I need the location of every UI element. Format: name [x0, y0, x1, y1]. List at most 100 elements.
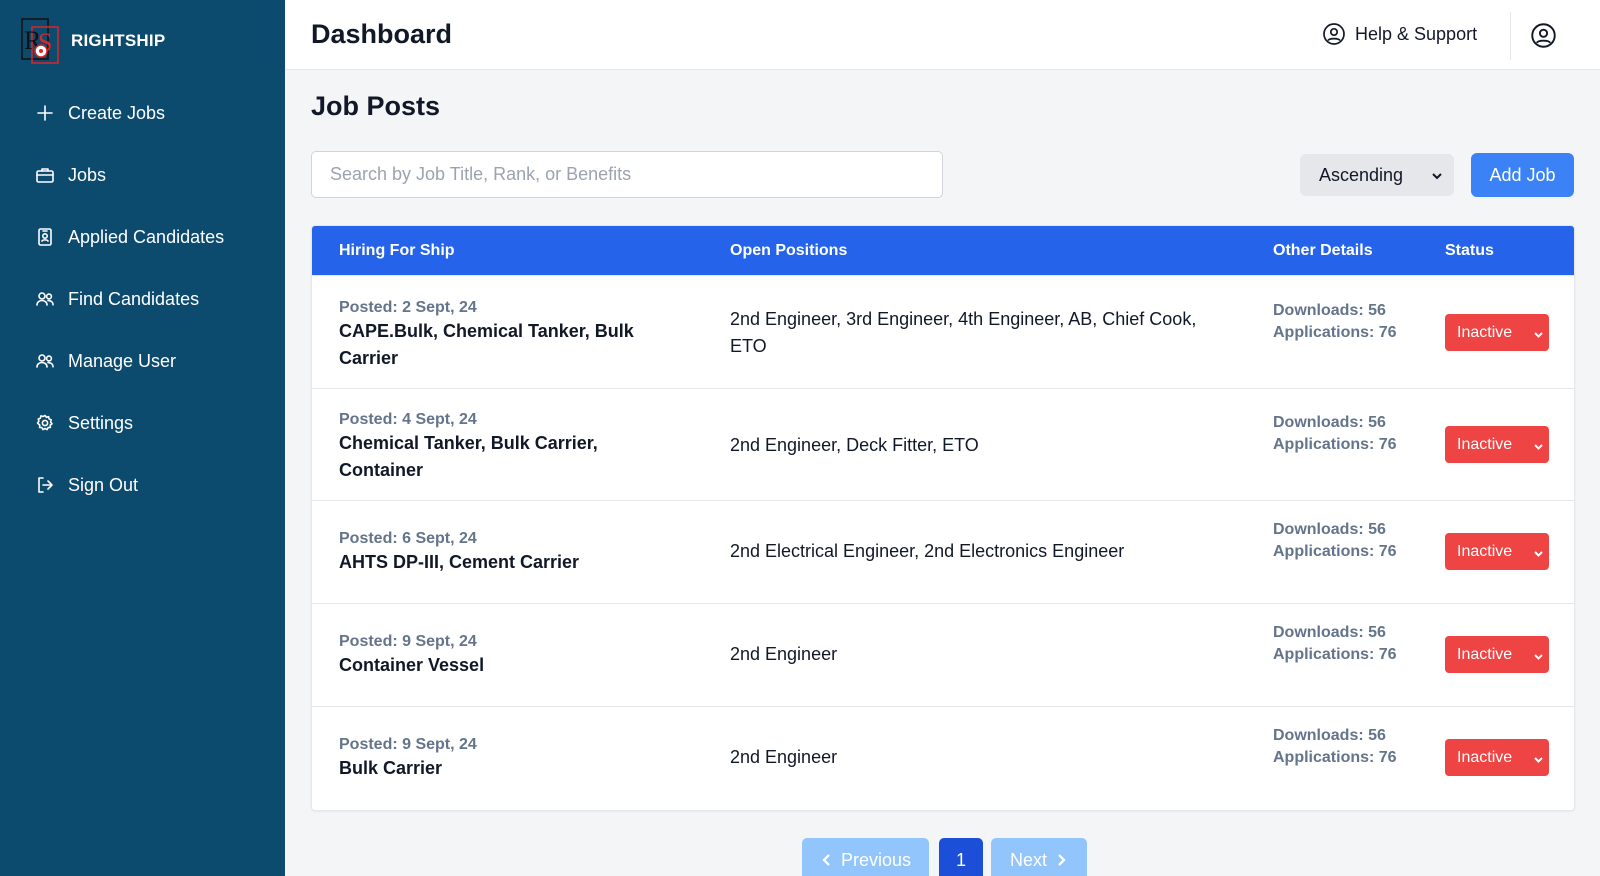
- ship-cell: Posted: 6 Sept, 24 AHTS DP-III, Cement C…: [339, 528, 669, 576]
- help-support-link[interactable]: Help & Support: [1322, 22, 1477, 46]
- downloads-count: Downloads: 56: [1273, 521, 1386, 538]
- status-label: Inactive: [1457, 435, 1513, 453]
- chevron-down-icon: [1430, 167, 1444, 181]
- previous-page-button[interactable]: Previous: [802, 838, 929, 876]
- table-row[interactable]: Posted: 4 Sept, 24 Chemical Tanker, Bulk…: [312, 388, 1574, 500]
- downloads-count: Downloads: 56: [1273, 727, 1386, 744]
- status-label: Inactive: [1457, 542, 1513, 560]
- chevron-down-icon: [1533, 546, 1544, 557]
- add-job-button[interactable]: Add Job: [1471, 153, 1574, 197]
- ship-cell: Posted: 4 Sept, 24 Chemical Tanker, Bulk…: [339, 409, 669, 484]
- posted-date: Posted: 6 Sept, 24: [339, 530, 477, 547]
- table-header: Hiring For Ship Open Positions Other Det…: [312, 226, 1574, 275]
- previous-label: Previous: [840, 849, 912, 870]
- sidebar-item-create-jobs[interactable]: Create Jobs: [0, 82, 285, 144]
- column-header-hiring-for-ship[interactable]: Hiring For Ship: [339, 242, 455, 260]
- sidebar-item-label: Create Jobs: [68, 102, 166, 123]
- chevron-down-icon: [1533, 752, 1544, 763]
- chevron-down-icon: [1533, 649, 1544, 660]
- status-dropdown[interactable]: Inactive: [1445, 739, 1549, 776]
- status-label: Inactive: [1457, 645, 1513, 663]
- ship-types: Container Vessel: [339, 655, 485, 675]
- open-positions: 2nd Engineer, Deck Fitter, ETO: [730, 435, 979, 455]
- sidebar: R S RIGHTSHIP Create Jobs Jobs Applied C…: [0, 0, 285, 876]
- table-row[interactable]: Posted: 6 Sept, 24 AHTS DP-III, Cement C…: [312, 500, 1574, 603]
- other-details: Downloads: 56 Applications: 76: [1273, 622, 1413, 666]
- job-posts-table: Hiring For Ship Open Positions Other Det…: [311, 225, 1575, 811]
- chevron-right-icon: [1058, 854, 1066, 866]
- brand[interactable]: R S RIGHTSHIP: [0, 0, 285, 82]
- downloads-count: Downloads: 56: [1273, 414, 1386, 431]
- chevron-down-icon: [1533, 439, 1544, 450]
- next-page-button[interactable]: Next: [991, 838, 1087, 876]
- sidebar-item-sign-out[interactable]: Sign Out: [0, 454, 285, 516]
- sidebar-item-label: Find Candidates: [68, 288, 200, 309]
- ship-types: Bulk Carrier: [339, 758, 443, 778]
- open-positions: 2nd Electrical Engineer, 2nd Electronics…: [730, 541, 1125, 561]
- status-dropdown[interactable]: Inactive: [1445, 533, 1549, 570]
- applications-count: Applications: 76: [1273, 646, 1397, 663]
- applications-count: Applications: 76: [1273, 749, 1397, 766]
- ship-types: AHTS DP-III, Cement Carrier: [339, 552, 580, 572]
- sidebar-item-label: Sign Out: [68, 474, 139, 495]
- open-positions: 2nd Engineer, 3rd Engineer, 4th Engineer…: [730, 309, 1197, 356]
- downloads-count: Downloads: 56: [1273, 624, 1386, 641]
- column-header-status[interactable]: Status: [1445, 242, 1494, 260]
- sort-select[interactable]: Ascending: [1300, 154, 1454, 196]
- table-row[interactable]: Posted: 2 Sept, 24 CAPE.Bulk, Chemical T…: [312, 275, 1574, 388]
- table-row[interactable]: Posted: 9 Sept, 24 Bulk Carrier 2nd Engi…: [312, 706, 1574, 809]
- chevron-left-icon: [822, 854, 830, 866]
- sidebar-item-jobs[interactable]: Jobs: [0, 144, 285, 206]
- sidebar-item-label: Manage User: [68, 350, 177, 371]
- help-support-label: Help & Support: [1355, 23, 1478, 44]
- sort-value: Ascending: [1319, 164, 1404, 185]
- sidebar-item-settings[interactable]: Settings: [0, 392, 285, 454]
- posted-date: Posted: 9 Sept, 24: [339, 633, 477, 650]
- applications-count: Applications: 76: [1273, 543, 1397, 560]
- other-details: Downloads: 56 Applications: 76: [1273, 519, 1413, 563]
- table-row[interactable]: Posted: 9 Sept, 24 Container Vessel 2nd …: [312, 603, 1574, 706]
- open-positions: 2nd Engineer: [730, 644, 838, 664]
- sidebar-item-label: Jobs: [68, 164, 107, 185]
- sidebar-nav: Create Jobs Jobs Applied Candidates Find…: [0, 82, 285, 516]
- downloads-count: Downloads: 56: [1273, 302, 1386, 319]
- other-details: Downloads: 56 Applications: 76: [1273, 725, 1413, 769]
- search-input[interactable]: [311, 151, 943, 198]
- brand-name: RIGHTSHIP: [71, 31, 166, 50]
- id-badge-icon: [34, 226, 56, 248]
- top-header: Dashboard Help & Support: [285, 0, 1600, 70]
- page-title: Dashboard: [311, 19, 453, 49]
- chevron-down-icon: [1533, 327, 1544, 338]
- briefcase-icon: [34, 164, 56, 186]
- users-icon: [34, 288, 56, 310]
- column-header-open-positions[interactable]: Open Positions: [730, 242, 847, 260]
- column-header-other-details[interactable]: Other Details: [1273, 242, 1373, 260]
- posted-date: Posted: 2 Sept, 24: [339, 299, 477, 316]
- other-details: Downloads: 56 Applications: 76: [1273, 412, 1413, 456]
- applications-count: Applications: 76: [1273, 324, 1397, 341]
- sidebar-item-find-candidates[interactable]: Find Candidates: [0, 268, 285, 330]
- ship-types: CAPE.Bulk, Chemical Tanker, Bulk Carrier: [339, 321, 634, 368]
- status-dropdown[interactable]: Inactive: [1445, 636, 1549, 673]
- status-label: Inactive: [1457, 748, 1513, 766]
- ship-cell: Posted: 9 Sept, 24 Container Vessel: [339, 631, 669, 679]
- header-divider: [1510, 12, 1511, 60]
- sidebar-item-label: Applied Candidates: [68, 226, 225, 247]
- profile-button[interactable]: [1530, 22, 1557, 54]
- sidebar-item-applied-candidates[interactable]: Applied Candidates: [0, 206, 285, 268]
- rightship-logo-icon: R S: [18, 17, 60, 65]
- status-label: Inactive: [1457, 323, 1513, 341]
- sign-out-icon: [34, 474, 56, 496]
- plus-icon: [34, 102, 56, 124]
- status-dropdown[interactable]: Inactive: [1445, 426, 1549, 463]
- status-dropdown[interactable]: Inactive: [1445, 314, 1549, 351]
- posted-date: Posted: 9 Sept, 24: [339, 736, 477, 753]
- sidebar-item-manage-user[interactable]: Manage User: [0, 330, 285, 392]
- users-icon: [34, 350, 56, 372]
- next-label: Next: [1009, 849, 1047, 870]
- sidebar-item-label: Settings: [68, 412, 134, 433]
- open-positions: 2nd Engineer: [730, 747, 838, 767]
- page-number-button[interactable]: 1: [939, 838, 983, 876]
- other-details: Downloads: 56 Applications: 76: [1273, 300, 1413, 344]
- ship-types: Chemical Tanker, Bulk Carrier, Container: [339, 433, 598, 480]
